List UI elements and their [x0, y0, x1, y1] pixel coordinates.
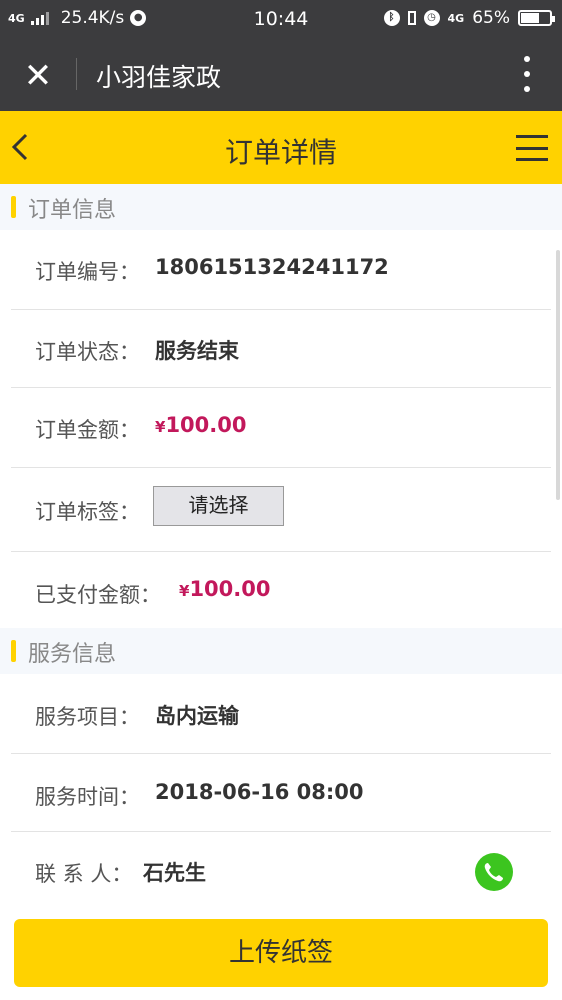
- row-order-number: 订单编号： 1806151324241172: [11, 230, 551, 310]
- phone-call-icon[interactable]: [475, 853, 513, 891]
- currency-symbol: ¥: [155, 418, 166, 436]
- row-contact: 联 系 人： 石先生: [11, 832, 551, 905]
- upload-paper-sign-button[interactable]: 上传纸签: [14, 919, 548, 987]
- label-order-number: 订单编号：: [35, 260, 140, 284]
- close-icon[interactable]: ✕: [18, 56, 58, 96]
- label-order-status: 订单状态：: [35, 340, 140, 364]
- value-service-item: 岛内运输: [155, 704, 239, 728]
- currency-symbol: ¥: [179, 582, 190, 600]
- row-paid-amount: 已支付金额： ¥100.00: [11, 552, 551, 628]
- more-vertical-icon[interactable]: [522, 56, 532, 92]
- network-type-right: 4G: [447, 11, 465, 25]
- bluetooth-icon: ᛒ: [383, 10, 400, 26]
- value-contact: 石先生: [143, 861, 206, 885]
- section-service-info: 服务信息: [0, 628, 562, 674]
- app-title: 小羽佳家政: [96, 63, 222, 92]
- label-order-amount: 订单金额：: [35, 418, 140, 442]
- label-service-time: 服务时间：: [35, 785, 140, 809]
- section-title: 服务信息: [28, 642, 117, 667]
- nav-bar: 订单详情: [0, 111, 562, 184]
- page-title: 订单详情: [224, 136, 337, 169]
- divider: [76, 58, 77, 90]
- section-marker: [11, 196, 16, 218]
- row-order-status: 订单状态： 服务结束: [11, 310, 551, 388]
- label-service-item: 服务项目：: [35, 705, 140, 729]
- section-marker: [11, 640, 16, 662]
- status-bar: 4G 25.4K/s ● 10:44 ᛒ ◷ 4G 65%: [0, 0, 562, 38]
- section-order-info: 订单信息: [0, 184, 562, 230]
- footer: 上传纸签: [0, 905, 562, 1000]
- value-order-amount: ¥100.00: [155, 413, 246, 437]
- status-right: ᛒ ◷ 4G 65%: [383, 8, 555, 28]
- section-title: 订单信息: [28, 198, 117, 223]
- label-contact: 联 系 人：: [35, 862, 133, 886]
- value-paid-amount: ¥100.00: [179, 577, 270, 601]
- row-service-item: 服务项目： 岛内运输: [11, 674, 551, 754]
- row-order-amount: 订单金额： ¥100.00: [11, 388, 551, 468]
- label-paid-amount: 已支付金额：: [35, 583, 161, 607]
- hamburger-menu-icon[interactable]: [516, 135, 548, 161]
- battery-icon: [518, 10, 555, 26]
- amount-number: 100.00: [165, 413, 247, 437]
- app-bar: ✕ 小羽佳家政: [0, 38, 562, 111]
- row-order-tag: 订单标签： 请选择: [11, 468, 551, 552]
- paid-number: 100.00: [189, 577, 271, 601]
- battery-saver-icon: [407, 11, 416, 25]
- alarm-icon: ◷: [423, 10, 440, 26]
- row-service-time: 服务时间： 2018-06-16 08:00: [11, 754, 551, 832]
- value-service-time: 2018-06-16 08:00: [155, 780, 364, 804]
- value-order-status: 服务结束: [155, 339, 239, 363]
- tag-select[interactable]: 请选择: [153, 486, 284, 526]
- battery-percent: 65%: [472, 8, 510, 28]
- label-order-tag: 订单标签：: [35, 500, 140, 524]
- value-order-number: 1806151324241172: [155, 255, 389, 279]
- scrollbar[interactable]: [556, 250, 560, 500]
